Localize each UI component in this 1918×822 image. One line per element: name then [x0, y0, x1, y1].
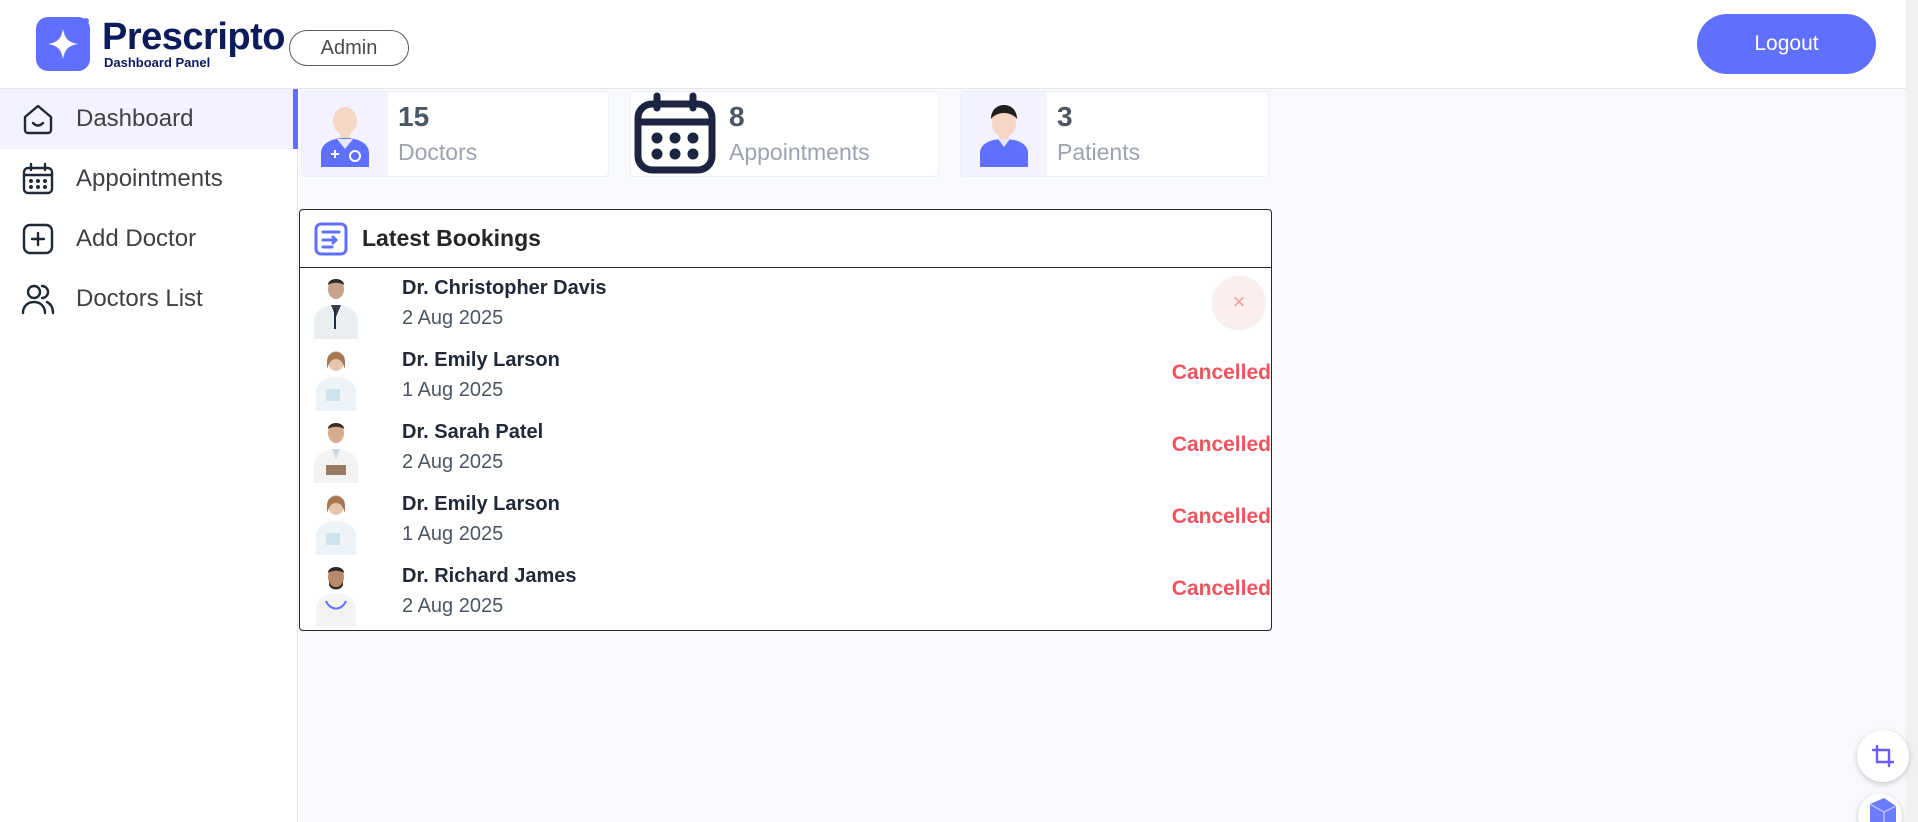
sidebar-item-label: Appointments — [76, 165, 223, 192]
add-icon — [22, 223, 54, 255]
cancel-booking-button[interactable]: × — [1213, 276, 1265, 328]
booking-row: Dr. Christopher Davis 2 Aug 2025 × — [300, 269, 1271, 341]
top-header: Prescripto Dashboard Panel Admin Logout — [0, 0, 1918, 89]
doctor-name: Dr. Emily Larson — [402, 493, 560, 515]
logout-button[interactable]: Logout — [1697, 14, 1876, 74]
sidebar-item-label: Dashboard — [76, 105, 194, 132]
stat-count: 3 — [1057, 101, 1073, 132]
crop-tool-button[interactable] — [1857, 730, 1909, 782]
sidebar-item-label: Add Doctor — [76, 225, 197, 252]
crop-icon — [1871, 744, 1895, 768]
calendar-icon — [631, 92, 717, 176]
bookings-header: Latest Bookings — [300, 210, 1271, 268]
logo-subtitle: Dashboard Panel — [104, 55, 211, 70]
calendar-icon — [22, 162, 54, 195]
logo[interactable]: Prescripto Dashboard Panel — [36, 17, 285, 73]
booking-date: 2 Aug 2025 — [402, 307, 504, 329]
page-scrollbar[interactable] — [1906, 0, 1918, 822]
main-content: 15 Doctors 8 Appointments 3 Patients Lat… — [299, 89, 1906, 822]
sidebar-item-appointments[interactable]: Appointments — [0, 149, 298, 209]
sidebar-item-add-doctor[interactable]: Add Doctor — [0, 209, 298, 269]
stat-count: 8 — [729, 101, 745, 132]
people-icon — [21, 284, 55, 315]
stat-card-doctors[interactable]: 15 Doctors — [301, 91, 609, 177]
doctor-avatar — [316, 351, 356, 411]
stat-label: Appointments — [729, 139, 870, 165]
doctor-avatar — [314, 423, 358, 483]
doctor-avatar — [316, 495, 356, 555]
doctor-icon — [302, 92, 388, 176]
sidebar: Dashboard Appointments Add Doctor Doctor… — [0, 89, 298, 822]
status-badge: Cancelled — [1171, 505, 1271, 528]
doctor-avatar — [314, 279, 358, 339]
status-badge: Cancelled — [1171, 361, 1271, 384]
patient-icon — [961, 92, 1047, 176]
booking-date: 1 Aug 2025 — [402, 379, 504, 401]
logo-mark-icon — [36, 17, 90, 71]
sidebar-item-doctors-list[interactable]: Doctors List — [0, 269, 298, 329]
doctor-name: Dr. Richard James — [402, 565, 577, 587]
doctor-avatar — [316, 567, 356, 627]
booking-row: Dr. Emily Larson 1 Aug 2025 Cancelled — [300, 485, 1271, 557]
stat-count: 15 — [398, 101, 430, 132]
doctor-name: Dr. Sarah Patel — [402, 421, 544, 443]
booking-date: 1 Aug 2025 — [402, 523, 504, 545]
sidebar-item-label: Doctors List — [76, 285, 203, 312]
status-badge: Cancelled — [1171, 577, 1271, 600]
home-icon — [23, 104, 53, 135]
booking-row: Dr. Emily Larson 1 Aug 2025 Cancelled — [300, 341, 1271, 413]
sidebar-item-dashboard[interactable]: Dashboard — [0, 89, 298, 149]
stat-label: Patients — [1057, 139, 1141, 165]
booking-row: Dr. Richard James 2 Aug 2025 Cancelled — [300, 557, 1271, 629]
latest-bookings-panel: Latest Bookings Dr. Christopher Davis 2 … — [299, 209, 1272, 631]
doctor-name: Dr. Christopher Davis — [402, 277, 607, 299]
booking-date: 2 Aug 2025 — [402, 595, 504, 617]
stat-label: Doctors — [398, 139, 478, 165]
booking-date: 2 Aug 2025 — [402, 451, 504, 473]
stat-card-appointments[interactable]: 8 Appointments — [630, 91, 939, 177]
list-icon — [314, 222, 348, 255]
status-badge: Cancelled — [1171, 433, 1271, 456]
role-badge: Admin — [289, 30, 409, 66]
stat-card-patients[interactable]: 3 Patients — [960, 91, 1269, 177]
close-icon: × — [1232, 289, 1246, 314]
booking-row: Dr. Sarah Patel 2 Aug 2025 Cancelled — [300, 413, 1271, 485]
logo-title: Prescripto — [102, 16, 285, 58]
bookings-title: Latest Bookings — [362, 225, 541, 251]
doctor-name: Dr. Emily Larson — [402, 349, 560, 371]
